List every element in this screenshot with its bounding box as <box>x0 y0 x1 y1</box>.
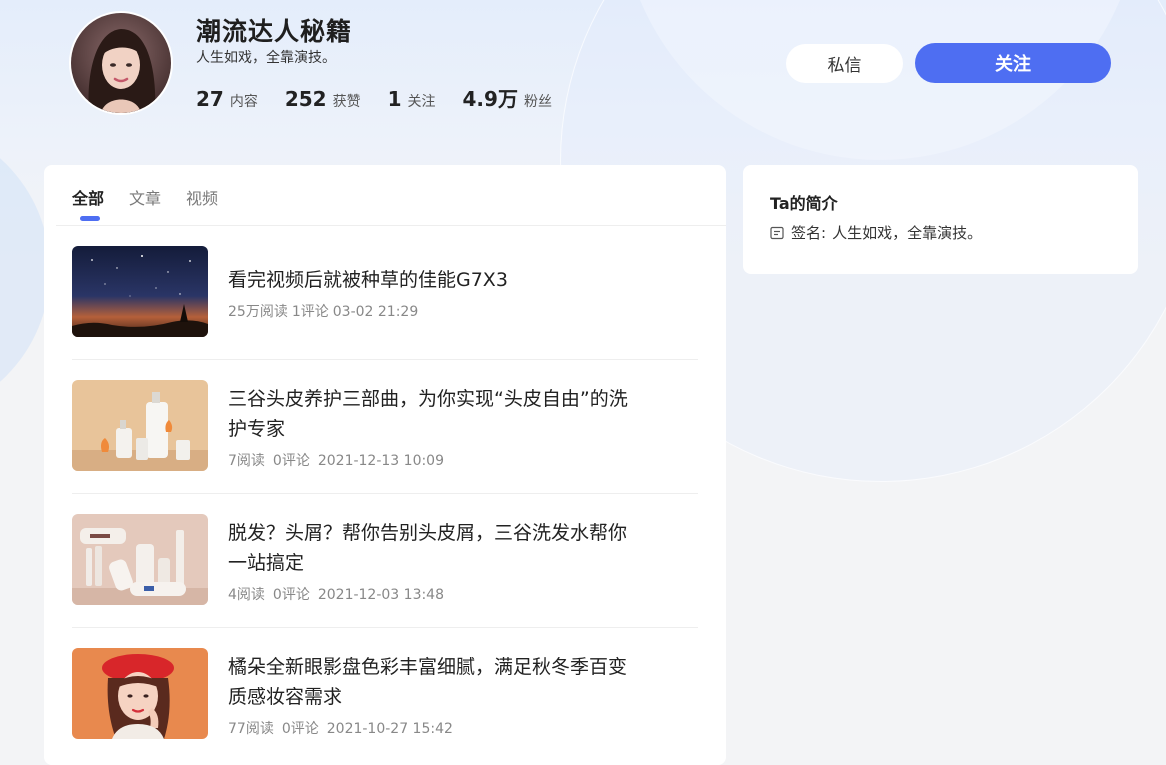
feed-item-meta: 7阅读 0评论 2021-12-13 10:09 <box>228 450 638 470</box>
comment-count: 0评论 <box>281 720 319 737</box>
model-portrait-image <box>72 648 208 739</box>
tab-all[interactable]: 全部 <box>72 185 104 221</box>
content-feed-card: 全部 文章 视频 看完视频后就被种草的佳能G7X3 25万阅读 1评论 03-0… <box>44 165 726 765</box>
intro-card: Ta的简介 签名: 人生如戏，全靠演技。 <box>743 165 1138 274</box>
intro-signature: 签名: 人生如戏，全靠演技。 <box>770 222 982 243</box>
read-count: 77阅读 <box>228 720 274 737</box>
stat-label: 内容 <box>229 94 258 110</box>
read-count: 25万阅读 <box>228 303 288 320</box>
feed-list: 看完视频后就被种草的佳能G7X3 25万阅读 1评论 03-02 21:29 三… <box>72 226 698 761</box>
profile-bio: 人生如戏，全靠演技。 <box>196 50 336 66</box>
intro-title: Ta的简介 <box>770 194 838 213</box>
product-set-image <box>72 514 208 605</box>
feed-item-title[interactable]: 看完视频后就被种草的佳能G7X3 <box>228 265 638 295</box>
avatar-portrait-image <box>71 13 171 113</box>
feed-item-title[interactable]: 脱发？头屑？帮你告别头皮屑，三谷洗发水帮你一站搞定 <box>228 518 638 578</box>
feed-thumbnail[interactable] <box>72 246 208 337</box>
publish-date: 2021-10-27 15:42 <box>326 720 453 737</box>
feed-item-body: 看完视频后就被种草的佳能G7X3 25万阅读 1评论 03-02 21:29 <box>228 226 638 359</box>
message-button[interactable]: 私信 <box>786 44 903 83</box>
comment-count: 0评论 <box>272 452 310 469</box>
profile-header: 潮流达人秘籍 人生如戏，全靠演技。 27 内容 252 获赞 1 关注 4.9万… <box>0 0 1166 150</box>
stat-label: 关注 <box>407 94 436 110</box>
feed-thumbnail[interactable] <box>72 648 208 739</box>
read-count: 4阅读 <box>228 586 265 603</box>
stat-value: 252 <box>284 87 327 111</box>
read-count: 7阅读 <box>228 452 265 469</box>
feed-thumbnail[interactable] <box>72 514 208 605</box>
profile-stats: 27 内容 252 获赞 1 关注 4.9万 粉丝 <box>196 83 579 112</box>
feed-item[interactable]: 看完视频后就被种草的佳能G7X3 25万阅读 1评论 03-02 21:29 <box>72 226 698 360</box>
feed-item[interactable]: 脱发？头屑？帮你告别头皮屑，三谷洗发水帮你一站搞定 4阅读 0评论 2021-12-… <box>72 494 698 628</box>
publish-date: 2021-12-03 13:48 <box>317 586 445 603</box>
avatar[interactable] <box>71 13 171 113</box>
feed-item-body: 三谷头皮养护三部曲，为你实现“头皮自由”的洗护专家 7阅读 0评论 2021-12-… <box>228 360 638 493</box>
signature-text: 人生如戏，全靠演技。 <box>832 224 983 242</box>
shampoo-bottles-image <box>72 380 208 471</box>
night-sky-image <box>72 246 208 337</box>
comment-count: 1评论 <box>291 303 329 320</box>
feed-item[interactable]: 橘朵全新眼影盘色彩丰富细腻，满足秋冬季百变质感妆容需求 77阅读 0评论 2021-… <box>72 628 698 761</box>
publish-date: 03-02 21:29 <box>332 303 419 320</box>
content-tabs: 全部 文章 视频 <box>72 185 243 221</box>
tab-videos[interactable]: 视频 <box>186 185 218 221</box>
follow-button[interactable]: 关注 <box>915 43 1111 83</box>
publish-date: 2021-12-13 10:09 <box>317 452 445 469</box>
stat-label: 粉丝 <box>523 94 552 110</box>
stat-label: 获赞 <box>332 94 361 110</box>
comment-count: 0评论 <box>272 586 310 603</box>
stat-followers[interactable]: 4.9万 粉丝 <box>463 83 552 112</box>
stat-value: 4.9万 <box>462 87 518 111</box>
feed-item-body: 橘朵全新眼影盘色彩丰富细腻，满足秋冬季百变质感妆容需求 77阅读 0评论 2021-… <box>228 628 638 761</box>
signature-label: 签名: <box>791 224 827 242</box>
feed-item-title[interactable]: 三谷头皮养护三部曲，为你实现“头皮自由”的洗护专家 <box>228 384 638 444</box>
stat-value: 1 <box>387 87 402 111</box>
stat-value: 27 <box>196 87 224 111</box>
profile-name: 潮流达人秘籍 <box>196 17 353 46</box>
stat-contents[interactable]: 27 内容 <box>196 87 258 111</box>
feed-thumbnail[interactable] <box>72 380 208 471</box>
feed-item-title[interactable]: 橘朵全新眼影盘色彩丰富细腻，满足秋冬季百变质感妆容需求 <box>228 652 638 712</box>
feed-item-meta: 25万阅读 1评论 03-02 21:29 <box>228 301 638 321</box>
signature-icon <box>770 226 784 239</box>
tab-articles[interactable]: 文章 <box>129 185 161 221</box>
stat-following[interactable]: 1 关注 <box>388 87 436 111</box>
feed-item-meta: 77阅读 0评论 2021-10-27 15:42 <box>228 718 638 738</box>
feed-item[interactable]: 三谷头皮养护三部曲，为你实现“头皮自由”的洗护专家 7阅读 0评论 2021-12-… <box>72 360 698 494</box>
stat-likes[interactable]: 252 获赞 <box>285 87 361 111</box>
feed-item-meta: 4阅读 0评论 2021-12-03 13:48 <box>228 584 638 604</box>
feed-item-body: 脱发？头屑？帮你告别头皮屑，三谷洗发水帮你一站搞定 4阅读 0评论 2021-12-… <box>228 494 638 627</box>
